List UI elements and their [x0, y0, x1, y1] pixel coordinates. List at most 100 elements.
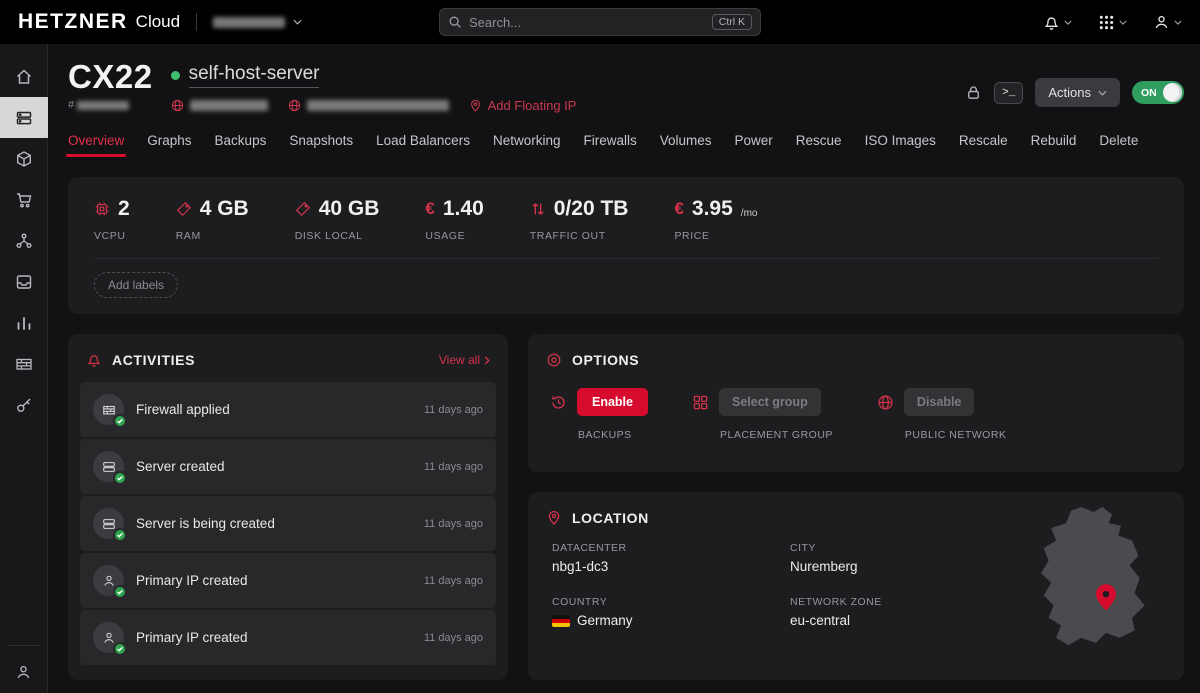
- actions-button[interactable]: Actions: [1035, 78, 1120, 107]
- tab-power[interactable]: Power: [735, 133, 773, 157]
- power-toggle-label: ON: [1141, 87, 1157, 99]
- volumes-cube-icon: [15, 150, 33, 168]
- topbar: HETZNER Cloud Ctrl K: [0, 0, 1200, 44]
- sidebar: [0, 44, 48, 693]
- power-toggle[interactable]: ON: [1132, 81, 1184, 104]
- lock-icon[interactable]: [965, 84, 982, 101]
- sidebar-item-metrics[interactable]: [0, 302, 48, 343]
- sidebar-item-security[interactable]: [0, 384, 48, 425]
- placement-group-label: PLACEMENT GROUP: [720, 429, 833, 441]
- network-nodes-icon: [15, 232, 33, 250]
- search-shortcut: Ctrl K: [712, 14, 752, 30]
- activity-time: 11 days ago: [424, 575, 483, 587]
- tab-volumes[interactable]: Volumes: [660, 133, 712, 157]
- ipv6-address[interactable]: [288, 99, 449, 112]
- tab-graphs[interactable]: Graphs: [147, 133, 191, 157]
- map-pin-icon: [546, 510, 562, 526]
- activities-card: ACTIVITIES View all Firewall applied 11 …: [68, 334, 508, 680]
- stat-ram: 4 GB RAM: [176, 197, 249, 242]
- primary-ip-icon: [93, 565, 124, 596]
- server-controls: >_ Actions ON: [965, 60, 1184, 107]
- ipv4-redacted: [190, 100, 268, 111]
- hetzner-logo: HETZNER: [18, 10, 128, 34]
- sidebar-divider: [8, 645, 40, 646]
- activity-row: Primary IP created 11 days ago: [80, 610, 496, 665]
- server-name[interactable]: self-host-server: [189, 63, 320, 88]
- tab-rebuild[interactable]: Rebuild: [1031, 133, 1077, 157]
- sidebar-item-feedback[interactable]: [0, 652, 48, 693]
- server-header: CX22 # self-host-server: [68, 60, 1184, 113]
- activity-time: 11 days ago: [424, 461, 483, 473]
- stat-traffic: 0/20 TB TRAFFIC OUT: [530, 197, 629, 242]
- stat-usage: € 1.40 USAGE: [425, 197, 483, 242]
- enable-backups-button[interactable]: Enable: [577, 388, 648, 416]
- backups-option: Enable BACKUPS: [550, 388, 648, 441]
- public-network-label: PUBLIC NETWORK: [905, 429, 1007, 441]
- sidebar-item-home[interactable]: [0, 56, 48, 97]
- sidebar-item-load-balancers[interactable]: [0, 261, 48, 302]
- tab-backups[interactable]: Backups: [215, 133, 267, 157]
- search-icon: [448, 15, 462, 29]
- history-icon: [550, 394, 567, 411]
- location-field-network-zone: NETWORK ZONE eu-central: [790, 596, 1008, 628]
- search-input[interactable]: [469, 15, 705, 30]
- server-icon: [93, 508, 124, 539]
- project-selector[interactable]: [213, 17, 302, 28]
- bell-icon: [1043, 14, 1060, 31]
- stat-suffix: /mo: [741, 208, 758, 221]
- actions-label: Actions: [1048, 85, 1091, 100]
- activities-list: Firewall applied 11 days ago Server crea…: [68, 382, 508, 665]
- stat-label: TRAFFIC OUT: [530, 230, 629, 242]
- user-icon: [1153, 14, 1170, 31]
- tab-rescue[interactable]: Rescue: [796, 133, 842, 157]
- field-label: NETWORK ZONE: [790, 596, 1008, 608]
- apps-menu[interactable]: [1098, 14, 1127, 31]
- add-labels-button[interactable]: Add labels: [94, 272, 178, 298]
- location-fields: DATACENTER nbg1-dc3 CITY Nuremberg COUNT…: [528, 526, 1008, 628]
- sidebar-item-volumes[interactable]: [0, 138, 48, 179]
- activity-label: Server is being created: [136, 516, 275, 531]
- globe-icon: [171, 99, 184, 112]
- disable-public-network-button[interactable]: Disable: [904, 388, 974, 416]
- topbar-divider: [196, 13, 197, 31]
- add-floating-ip-link[interactable]: Add Floating IP: [469, 98, 577, 113]
- main-content: CX22 # self-host-server: [48, 44, 1200, 693]
- server-icon: [93, 451, 124, 482]
- server-id-prefix: #: [68, 99, 74, 111]
- sidebar-item-firewalls[interactable]: [0, 343, 48, 384]
- server-stats-card: 2 VCPU 4 GB RAM 40 GB DISK LO: [68, 177, 1184, 314]
- field-value: Germany: [552, 613, 790, 628]
- success-check-badge: [113, 642, 127, 656]
- activity-time: 11 days ago: [424, 518, 483, 530]
- tab-iso-images[interactable]: ISO Images: [865, 133, 936, 157]
- tab-firewalls[interactable]: Firewalls: [583, 133, 636, 157]
- tab-overview[interactable]: Overview: [68, 133, 124, 157]
- select-group-button[interactable]: Select group: [719, 388, 821, 416]
- location-field-datacenter: DATACENTER nbg1-dc3: [552, 542, 790, 574]
- germany-map: [1020, 502, 1172, 664]
- tab-rescale[interactable]: Rescale: [959, 133, 1008, 157]
- bell-icon: [86, 352, 102, 368]
- console-button[interactable]: >_: [994, 82, 1023, 104]
- cart-icon: [15, 191, 33, 209]
- notifications-menu[interactable]: [1043, 14, 1072, 31]
- apps-grid-icon: [1098, 14, 1115, 31]
- sidebar-item-marketplace[interactable]: [0, 179, 48, 220]
- stat-value: 4 GB: [200, 197, 249, 221]
- stat-value: 3.95: [692, 197, 733, 221]
- sidebar-item-networks[interactable]: [0, 220, 48, 261]
- ip-row: Add Floating IP: [171, 98, 577, 113]
- tab-load-balancers[interactable]: Load Balancers: [376, 133, 470, 157]
- user-menu[interactable]: [1153, 14, 1182, 31]
- activity-time: 11 days ago: [424, 404, 483, 416]
- location-field-city: CITY Nuremberg: [790, 542, 1008, 574]
- tab-networking[interactable]: Networking: [493, 133, 561, 157]
- tab-snapshots[interactable]: Snapshots: [289, 133, 353, 157]
- view-all-link[interactable]: View all: [439, 353, 490, 367]
- ipv4-address[interactable]: [171, 99, 268, 112]
- tab-delete[interactable]: Delete: [1099, 133, 1138, 157]
- search-bar[interactable]: Ctrl K: [439, 8, 761, 36]
- success-check-badge: [113, 414, 127, 428]
- power-toggle-knob: [1163, 83, 1182, 102]
- sidebar-item-servers[interactable]: [0, 97, 48, 138]
